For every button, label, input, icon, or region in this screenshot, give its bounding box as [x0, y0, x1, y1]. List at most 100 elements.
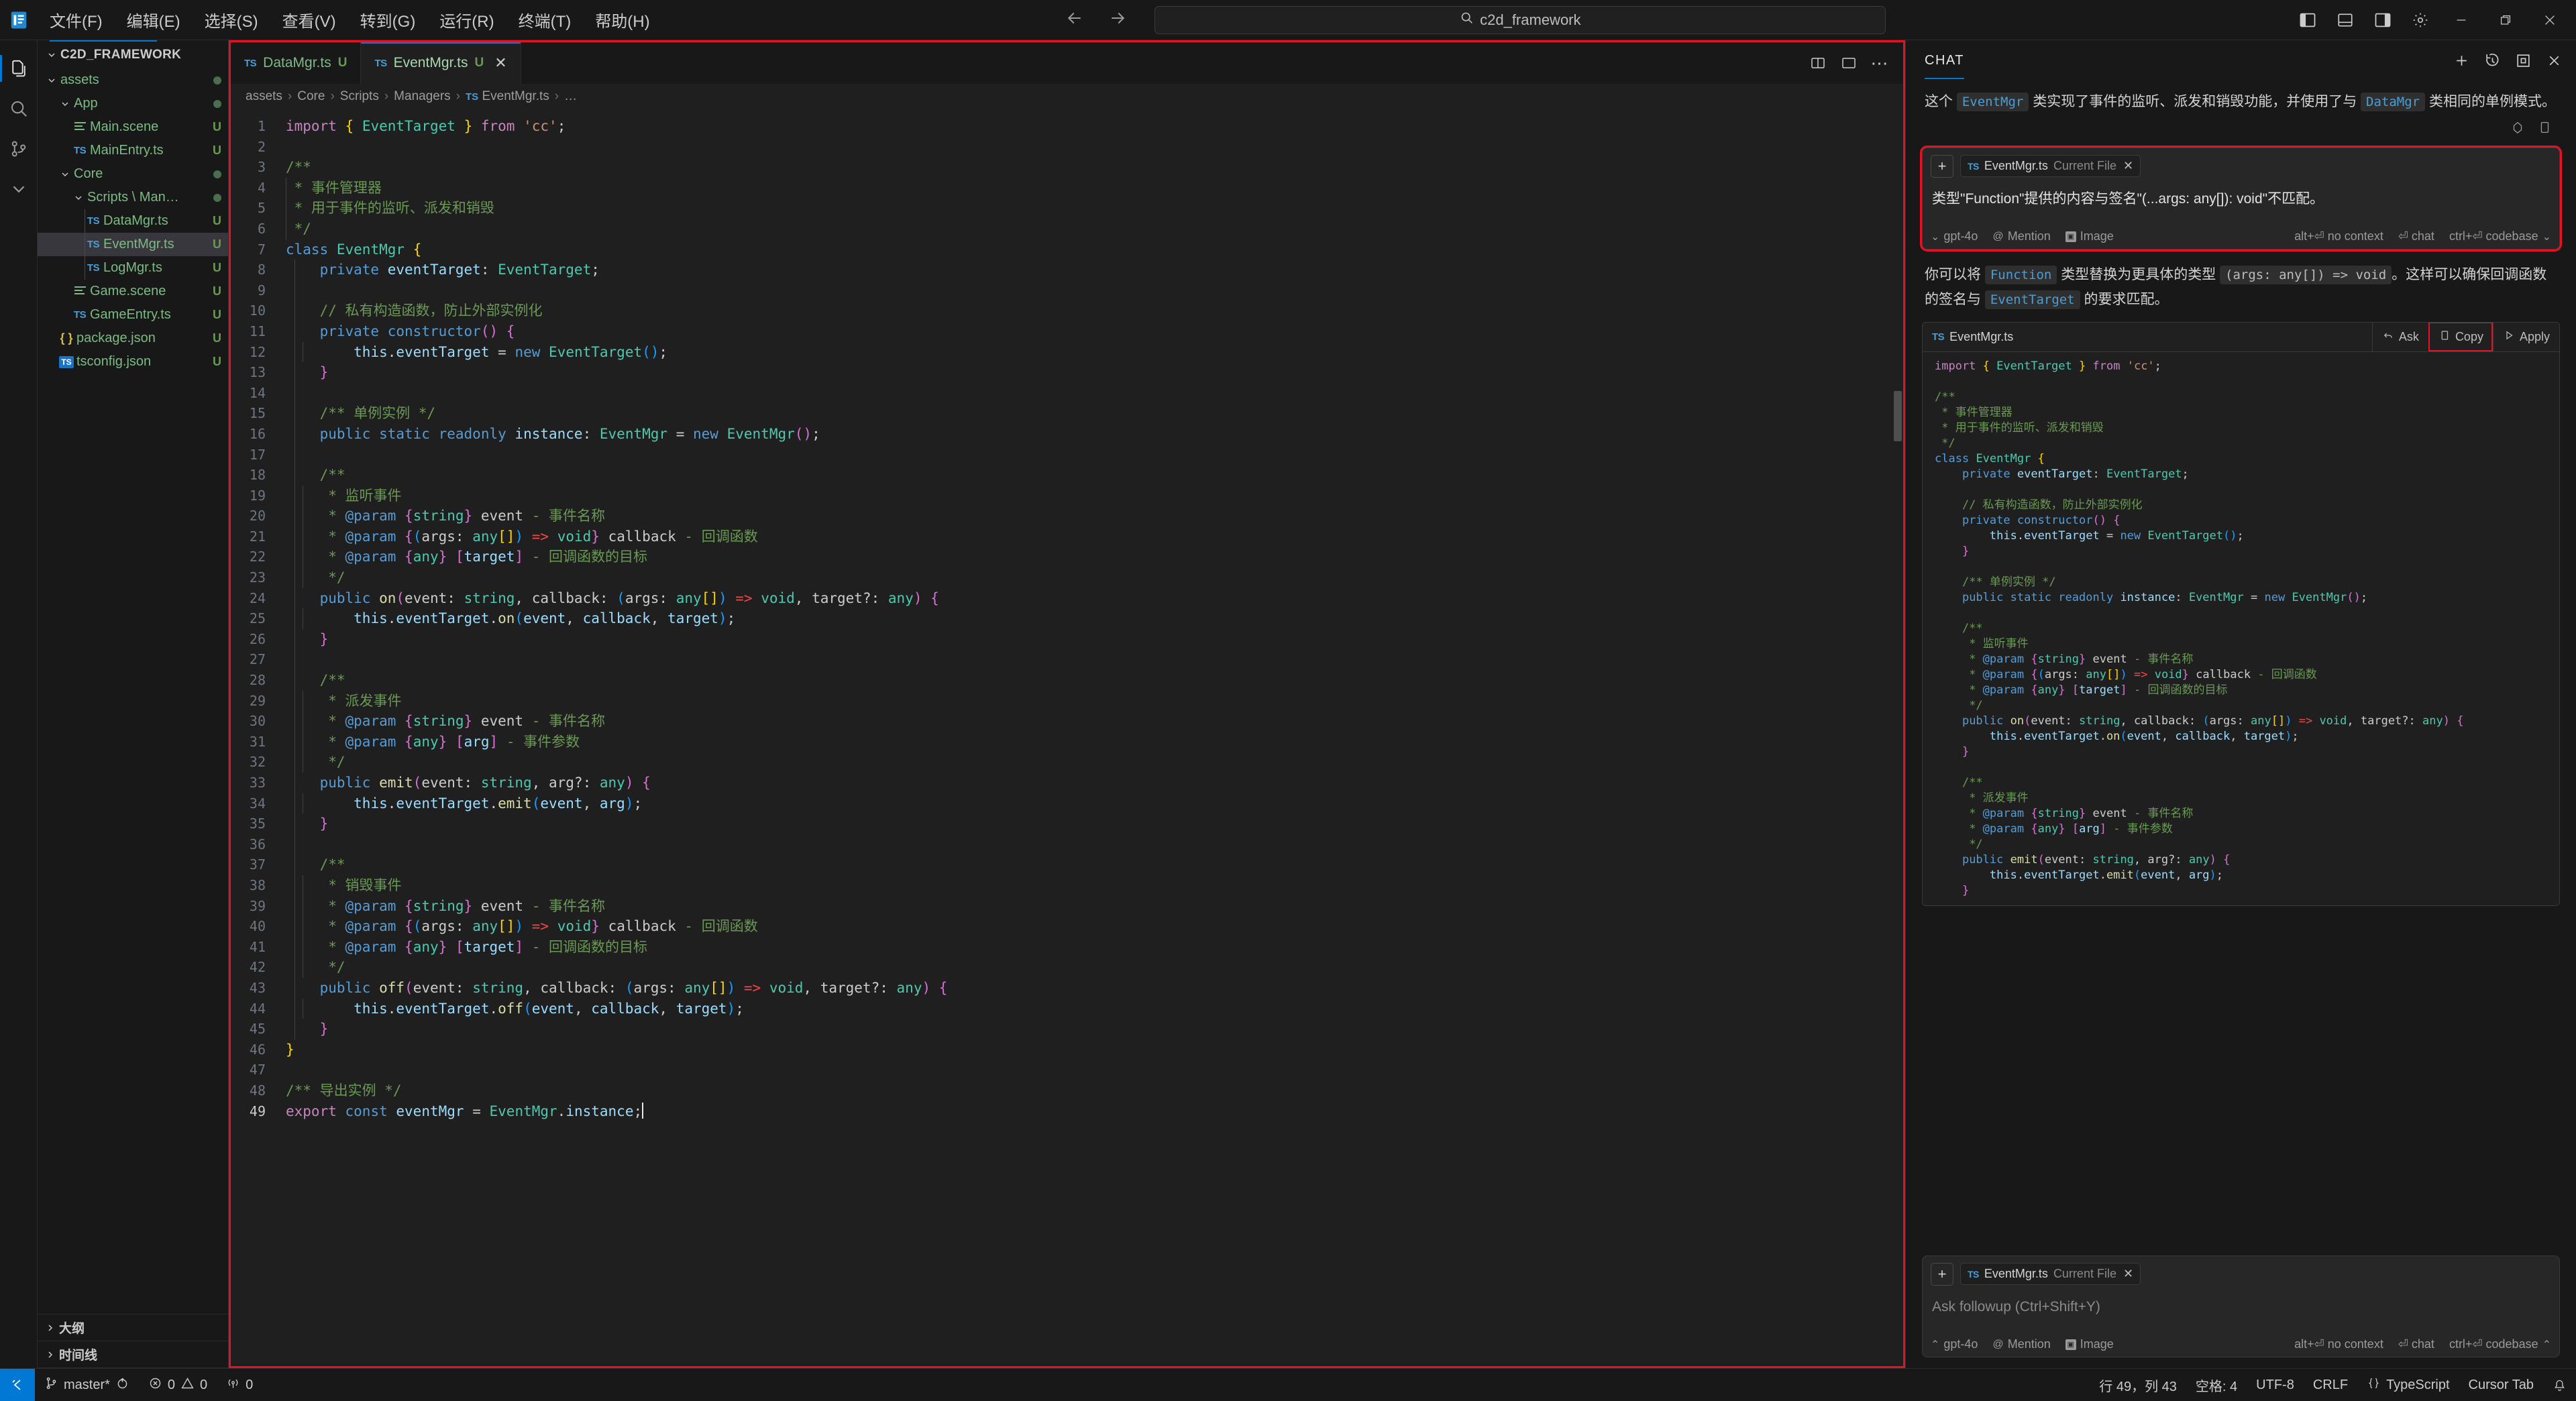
followup-chip-eventtarget[interactable]: EventTarget	[1984, 290, 2080, 309]
code-line: public static readonly instance: EventMg…	[319, 425, 820, 442]
forward-arrow-icon[interactable]	[1108, 8, 1128, 32]
copy-button[interactable]: Copy	[2428, 322, 2493, 352]
history-icon[interactable]	[2477, 40, 2508, 80]
followup-input-box[interactable]: + TS EventMgr.ts Current File ✕ Ask foll…	[1922, 1255, 2560, 1357]
status-cursor-tab[interactable]: Cursor Tab	[2459, 1369, 2543, 1401]
editor-tab-close-icon[interactable]: ✕	[494, 54, 506, 72]
tree-item-scripts-man-[interactable]: Scripts \ Man…	[38, 186, 228, 209]
followup-input[interactable]: Ask followup (Ctrl+Shift+Y)	[1931, 1292, 2551, 1318]
user-prompt-box[interactable]: + TS EventMgr.ts Current File ✕ 类型"Funct…	[1920, 145, 2562, 252]
menu-help[interactable]: 帮助(H)	[583, 4, 661, 36]
editor-tab-datamgr-ts[interactable]: TS DataMgr.ts U	[231, 42, 362, 84]
menu-go[interactable]: 转到(G)	[348, 4, 428, 36]
menu-view[interactable]: 查看(V)	[270, 4, 348, 36]
hint-codebase[interactable]: ctrl+⏎ codebase ⌄	[2449, 229, 2551, 243]
code-content[interactable]: import { EventTarget } from 'cc'; /** * …	[276, 109, 1903, 1366]
status-eol[interactable]: CRLF	[2304, 1369, 2357, 1401]
ask-label: Ask	[2398, 329, 2419, 343]
status-branch[interactable]: master*	[35, 1369, 139, 1401]
tree-item-logmgr-ts[interactable]: TS LogMgr.ts U	[38, 256, 228, 280]
code-line: }	[286, 1041, 294, 1058]
mention-button[interactable]: @ Mention	[1992, 229, 2050, 243]
activity-search-icon[interactable]	[0, 90, 38, 127]
context-chip-close-icon[interactable]: ✕	[2123, 159, 2133, 173]
close-icon[interactable]	[2538, 40, 2569, 80]
menu-edit[interactable]: 编辑(E)	[115, 4, 193, 36]
close-icon[interactable]	[2528, 0, 2572, 40]
sync-icon[interactable]	[115, 1376, 129, 1394]
tree-item-core[interactable]: Core	[38, 162, 228, 186]
status-language[interactable]: TypeScript	[2357, 1369, 2459, 1401]
add-context-button[interactable]: +	[1931, 154, 1953, 178]
editor-scrollbar[interactable]	[1894, 391, 1902, 441]
menu-run[interactable]: 运行(R)	[427, 4, 506, 36]
activity-more-icon[interactable]	[0, 170, 38, 208]
status-ports[interactable]: 0	[217, 1369, 262, 1401]
breadcrumb-segment[interactable]: Scripts	[340, 89, 379, 104]
menu-file[interactable]: 文件(F)	[38, 4, 115, 36]
hint-codebase[interactable]: ctrl+⏎ codebase ⌃	[2449, 1337, 2551, 1351]
followup-chip-function[interactable]: Function	[1984, 266, 2057, 285]
followup-chip-signature[interactable]: (args: any[]) => void	[2220, 266, 2392, 285]
context-chip[interactable]: TS EventMgr.ts Current File ✕	[1960, 155, 2141, 178]
toggle-panel-icon[interactable]	[2326, 0, 2364, 40]
status-cursor-position[interactable]: 行 49，列 43	[2090, 1369, 2186, 1401]
tree-item-eventmgr-ts[interactable]: TS EventMgr.ts U	[38, 233, 228, 256]
breadcrumb-segment[interactable]: Core	[297, 89, 325, 104]
image-button[interactable]: ▣ Image	[2065, 229, 2114, 243]
layout-icon[interactable]	[1833, 42, 1864, 84]
tree-item-assets[interactable]: assets	[38, 68, 228, 92]
breadcrumb-segment[interactable]: …	[564, 89, 577, 104]
context-chip[interactable]: TS EventMgr.ts Current File ✕	[1960, 1263, 2141, 1285]
more-actions-icon[interactable]: ⋯	[1864, 42, 1895, 84]
add-context-button[interactable]: +	[1931, 1262, 1953, 1286]
status-problems[interactable]: 0 0	[139, 1369, 217, 1401]
command-center-search[interactable]: c2d_framework	[1155, 5, 1886, 34]
menu-terminal[interactable]: 终端(T)	[506, 4, 584, 36]
new-chat-icon[interactable]	[2446, 40, 2477, 80]
context-chip-close-icon[interactable]: ✕	[2123, 1267, 2133, 1281]
tree-item-datamgr-ts[interactable]: TS DataMgr.ts U	[38, 209, 228, 233]
assistant-message-chip-eventmgr[interactable]: EventMgr	[1956, 93, 2029, 111]
gear-icon[interactable]	[2402, 0, 2439, 40]
breadcrumb-segment[interactable]: Managers	[394, 89, 451, 104]
image-button[interactable]: ▣ Image	[2065, 1337, 2114, 1351]
activity-explorer-icon[interactable]	[0, 50, 38, 87]
toggle-primary-sidebar-icon[interactable]	[2289, 0, 2326, 40]
sidebar-section-timeline[interactable]: 时间线	[38, 1341, 228, 1368]
copy-icon[interactable]	[2537, 120, 2552, 138]
editor-tab-eventmgr-ts[interactable]: TS EventMgr.ts U ✕	[361, 42, 521, 84]
ask-button[interactable]: Ask	[2371, 322, 2428, 352]
tree-item-package-json[interactable]: { } package.json U	[38, 327, 228, 350]
notifications-icon[interactable]	[2543, 1369, 2576, 1401]
remote-window-icon[interactable]	[0, 1368, 35, 1401]
tree-item-app[interactable]: App	[38, 92, 228, 115]
menu-selection[interactable]: 选择(S)	[193, 4, 270, 36]
activity-source-control-icon[interactable]	[0, 130, 38, 168]
breadcrumb-segment[interactable]: TS EventMgr.ts	[466, 89, 549, 104]
model-selector[interactable]: ⌃ gpt-4o	[1931, 1337, 1978, 1351]
split-editor-icon[interactable]	[1803, 42, 1833, 84]
status-indentation[interactable]: 空格: 4	[2186, 1369, 2247, 1401]
thumbs-icon[interactable]	[2510, 120, 2525, 138]
breadcrumb-segment[interactable]: assets	[246, 89, 282, 104]
tree-item-game-scene[interactable]: Game.scene U	[38, 280, 228, 303]
tree-item-gameentry-ts[interactable]: TS GameEntry.ts U	[38, 303, 228, 327]
prompt-text[interactable]: 类型"Function"提供的内容与签名"(...args: any[]): v…	[1931, 184, 2551, 210]
tree-item-main-scene[interactable]: Main.scene U	[38, 115, 228, 139]
assistant-message-chip-datamgr[interactable]: DataMgr	[2361, 93, 2426, 111]
code-block-line: private eventTarget: EventTarget;	[1962, 467, 2189, 481]
explorer-root-folder[interactable]: C2D_FRAMEWORK	[38, 42, 228, 68]
sidebar-section-outline[interactable]: 大纲	[38, 1314, 228, 1341]
tree-item-tsconfig-json[interactable]: TS tsconfig.json U	[38, 350, 228, 374]
apply-button[interactable]: Apply	[2492, 322, 2559, 352]
toggle-secondary-sidebar-icon[interactable]	[2364, 0, 2402, 40]
expand-icon[interactable]	[2508, 40, 2538, 80]
restore-icon[interactable]	[2483, 0, 2528, 40]
mention-button[interactable]: @ Mention	[1992, 1337, 2050, 1351]
tree-item-mainentry-ts[interactable]: TS MainEntry.ts U	[38, 139, 228, 162]
back-arrow-icon[interactable]	[1065, 8, 1085, 32]
status-encoding[interactable]: UTF-8	[2247, 1369, 2304, 1401]
model-selector[interactable]: ⌄ gpt-4o	[1931, 229, 1978, 243]
minimize-icon[interactable]	[2439, 0, 2483, 40]
